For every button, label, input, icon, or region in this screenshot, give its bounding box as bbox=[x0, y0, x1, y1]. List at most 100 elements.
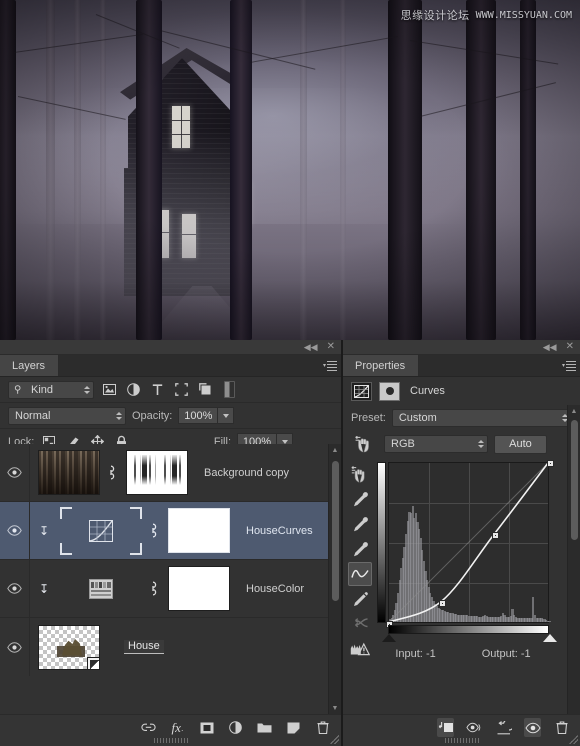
white-point-eyedropper-icon[interactable] bbox=[348, 537, 372, 561]
properties-panel-bottom-bar bbox=[343, 714, 580, 746]
adjustment-header: Curves bbox=[343, 377, 580, 405]
watermark-url: WWW.MISSYUAN.COM bbox=[475, 9, 572, 21]
panel-resize-corner[interactable] bbox=[329, 734, 339, 744]
collapse-double-arrow-icon[interactable]: ◀◀ bbox=[304, 342, 318, 352]
new-layer-icon[interactable] bbox=[285, 718, 302, 737]
pixel-mask-icon[interactable] bbox=[379, 381, 400, 401]
curve-point-tool-icon[interactable] bbox=[348, 562, 372, 586]
curve-readout: Input: -1 Output: -1 bbox=[377, 648, 549, 660]
blend-mode-select[interactable]: Normal bbox=[8, 406, 126, 425]
curve-plot-area[interactable] bbox=[385, 459, 554, 628]
smooth-curve-icon[interactable] bbox=[348, 612, 372, 636]
tab-row-filler bbox=[59, 355, 319, 376]
opacity-input[interactable]: 100% bbox=[178, 407, 219, 424]
layer-row[interactable]: House bbox=[0, 618, 341, 676]
scroll-up-arrow[interactable]: ▲ bbox=[568, 405, 580, 417]
histogram-bar bbox=[548, 621, 551, 622]
close-icon[interactable]: ✕ bbox=[327, 342, 335, 352]
reset-adjustment-icon[interactable] bbox=[495, 718, 512, 737]
output-gradient-bar bbox=[377, 462, 386, 623]
add-layer-mask-icon[interactable] bbox=[198, 718, 215, 737]
on-image-adjustment-tool-icon[interactable] bbox=[348, 462, 372, 486]
layer-visibility-toggle[interactable] bbox=[0, 641, 29, 653]
clip-to-layer-icon[interactable] bbox=[437, 718, 454, 737]
input-label: Input: bbox=[395, 648, 423, 660]
panel-menu-icon[interactable]: ▾ bbox=[319, 355, 341, 376]
properties-scrollbar-track[interactable] bbox=[570, 418, 578, 733]
output-readout: Output: -1 bbox=[482, 648, 531, 660]
pencil-draw-curve-icon[interactable] bbox=[348, 587, 372, 611]
layers-scrollbar-track[interactable] bbox=[331, 457, 339, 701]
layer-row[interactable]: ↧ HouseColor bbox=[0, 560, 341, 618]
curve-line bbox=[389, 463, 548, 622]
layer-mask-thumbnail[interactable] bbox=[168, 566, 230, 611]
layer-mask-link-icon[interactable] bbox=[142, 581, 164, 596]
panel-dock: ◀◀ ✕ Layers ▾ ⚲ Kind Normal Opacity: 100… bbox=[0, 340, 580, 746]
on-image-adjust-icon[interactable] bbox=[351, 435, 378, 453]
layer-row[interactable]: Background copy bbox=[0, 444, 341, 502]
panel-resize-grip[interactable] bbox=[444, 738, 479, 743]
layer-visibility-toggle[interactable] bbox=[0, 467, 29, 478]
white-point-slider[interactable] bbox=[543, 634, 557, 642]
layer-name-edit-field[interactable]: House bbox=[124, 640, 164, 654]
new-adjustment-layer-icon[interactable] bbox=[227, 718, 244, 737]
filter-kind-select[interactable]: ⚲ Kind bbox=[8, 380, 94, 399]
close-icon[interactable]: ✕ bbox=[566, 342, 574, 352]
layer-thumbnail[interactable] bbox=[38, 624, 100, 670]
auto-button[interactable]: Auto bbox=[494, 434, 547, 454]
shape-layer-filter-icon[interactable] bbox=[172, 381, 190, 399]
image-canvas[interactable]: 思缘设计论坛 WWW.MISSYUAN.COM bbox=[0, 0, 580, 340]
new-group-icon[interactable] bbox=[256, 718, 273, 737]
filter-enable-toggle[interactable] bbox=[224, 381, 235, 398]
curves-icon[interactable] bbox=[351, 381, 372, 401]
gray-point-eyedropper-icon[interactable] bbox=[348, 512, 372, 536]
panel-resize-grip[interactable] bbox=[153, 738, 188, 743]
clipping-mask-indicator-icon: ↧ bbox=[38, 581, 50, 596]
opacity-stepper[interactable] bbox=[218, 407, 235, 424]
tab-properties[interactable]: Properties bbox=[343, 355, 420, 376]
adjustment-layer-filter-icon[interactable] bbox=[124, 381, 142, 399]
curve-control-point[interactable] bbox=[438, 599, 446, 607]
layers-list[interactable]: Background copy ↧ HouseCurves ↧ HouseCol… bbox=[0, 444, 341, 714]
layer-name[interactable]: HouseCurves bbox=[246, 525, 313, 537]
link-layers-icon[interactable] bbox=[140, 718, 157, 737]
toggle-layer-mask-icon[interactable] bbox=[466, 718, 483, 737]
layer-mask-link-icon[interactable] bbox=[142, 523, 164, 538]
properties-scrollbar[interactable]: ▲ ▼ bbox=[567, 405, 580, 746]
scroll-up-arrow[interactable]: ▲ bbox=[329, 444, 341, 456]
layer-row-divider bbox=[29, 444, 30, 501]
curves-graph[interactable]: Input: -1 Output: -1 bbox=[377, 459, 563, 662]
layer-mask-thumbnail[interactable] bbox=[168, 508, 230, 553]
toggle-layer-visibility-icon[interactable] bbox=[524, 718, 541, 737]
layer-mask-link-icon[interactable] bbox=[100, 465, 122, 480]
clipping-warning-icon[interactable] bbox=[348, 637, 372, 661]
curve-control-point[interactable] bbox=[546, 459, 554, 467]
layer-visibility-toggle[interactable] bbox=[0, 583, 29, 594]
pixel-layer-filter-icon[interactable] bbox=[100, 381, 118, 399]
layers-scrollbar-thumb[interactable] bbox=[332, 461, 339, 601]
channel-select[interactable]: RGB bbox=[384, 435, 488, 453]
layer-thumbnail[interactable] bbox=[38, 450, 100, 495]
add-layer-style-icon[interactable]: fx. bbox=[169, 718, 186, 737]
black-point-eyedropper-icon[interactable] bbox=[348, 487, 372, 511]
panel-menu-icon[interactable]: ▾ bbox=[558, 355, 580, 376]
layer-visibility-toggle[interactable] bbox=[0, 525, 29, 536]
layer-mask-thumbnail[interactable] bbox=[126, 450, 188, 495]
select-spinner-icon bbox=[478, 440, 484, 448]
black-point-slider[interactable] bbox=[382, 634, 396, 642]
layer-row[interactable]: ↧ HouseCurves bbox=[0, 502, 341, 560]
panel-resize-corner[interactable] bbox=[568, 734, 578, 744]
properties-scrollbar-thumb[interactable] bbox=[571, 420, 578, 540]
tab-layers[interactable]: Layers bbox=[0, 355, 60, 376]
layer-thumbnail[interactable] bbox=[60, 565, 142, 613]
type-layer-filter-icon[interactable] bbox=[148, 381, 166, 399]
collapse-double-arrow-icon[interactable]: ◀◀ bbox=[543, 342, 557, 352]
layer-name[interactable]: HouseColor bbox=[246, 583, 304, 595]
layers-scrollbar[interactable]: ▲ ▼ bbox=[328, 444, 341, 714]
preset-select[interactable]: Custom bbox=[391, 408, 572, 427]
smart-object-filter-icon[interactable] bbox=[196, 381, 214, 399]
layer-name[interactable]: Background copy bbox=[204, 467, 289, 479]
scroll-down-arrow[interactable]: ▼ bbox=[329, 702, 341, 714]
curve-control-point[interactable] bbox=[491, 532, 499, 540]
layer-thumbnail[interactable] bbox=[60, 506, 142, 555]
